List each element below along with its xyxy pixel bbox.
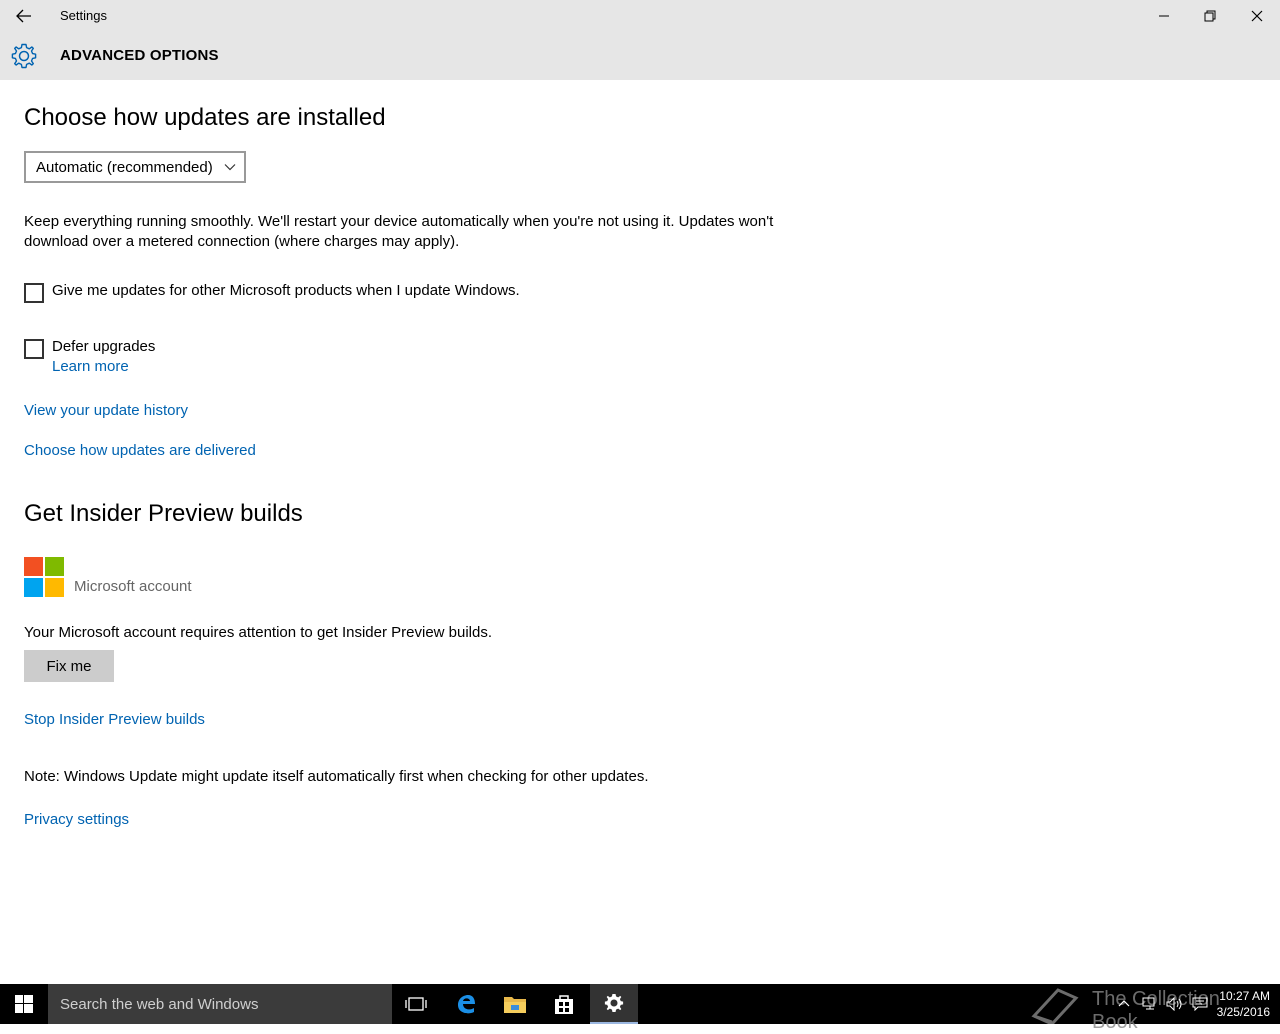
- other-products-label: Give me updates for other Microsoft prod…: [52, 282, 520, 299]
- restore-button[interactable]: [1187, 0, 1233, 32]
- back-arrow-icon: [16, 9, 31, 23]
- edge-icon: [458, 995, 475, 1014]
- other-products-checkbox[interactable]: [24, 283, 44, 303]
- file-explorer-button[interactable]: [491, 984, 539, 1024]
- fix-me-button[interactable]: Fix me: [24, 650, 114, 682]
- taskbar-clock[interactable]: 10:27 AM 3/25/2016: [1217, 988, 1270, 1020]
- store-button[interactable]: [540, 984, 588, 1024]
- insider-heading: Get Insider Preview builds: [24, 500, 303, 527]
- account-label: Microsoft account: [74, 578, 192, 595]
- title-bar: Settings ADVANCED OPTIONS: [0, 0, 1280, 80]
- edge-button[interactable]: [442, 984, 490, 1024]
- network-icon[interactable]: [1142, 997, 1158, 1011]
- taskbar: Search the web and Windows The Collectio…: [0, 984, 1280, 1033]
- defer-upgrades-label: Defer upgrades: [52, 338, 156, 355]
- windows-logo-icon: [15, 995, 33, 1013]
- taskbar-search-input[interactable]: Search the web and Windows: [48, 984, 392, 1024]
- clock-time: 10:27 AM: [1219, 989, 1270, 1003]
- update-history-link[interactable]: View your update history: [24, 402, 188, 419]
- close-icon: [1251, 10, 1263, 22]
- restore-icon: [1204, 10, 1216, 22]
- install-mode-dropdown[interactable]: Automatic (recommended): [24, 151, 246, 183]
- dropdown-value: Automatic (recommended): [36, 158, 213, 176]
- defer-upgrades-checkbox[interactable]: [24, 339, 44, 359]
- volume-icon[interactable]: [1166, 997, 1184, 1011]
- delivery-link[interactable]: Choose how updates are delivered: [24, 442, 256, 459]
- search-placeholder: Search the web and Windows: [60, 995, 259, 1013]
- clock-date: 3/25/2016: [1216, 1005, 1270, 1019]
- action-center-icon[interactable]: [1192, 997, 1208, 1011]
- store-icon: [555, 995, 573, 1014]
- privacy-settings-link[interactable]: Privacy settings: [24, 811, 129, 828]
- page-title: ADVANCED OPTIONS: [60, 47, 219, 64]
- attention-text: Your Microsoft account requires attentio…: [24, 624, 493, 641]
- stop-insider-link[interactable]: Stop Insider Preview builds: [24, 711, 205, 728]
- settings-icon: [604, 993, 624, 1013]
- book-icon: [1031, 988, 1079, 1024]
- microsoft-logo-icon: [24, 557, 64, 597]
- back-button[interactable]: [8, 2, 40, 30]
- task-view-icon: [405, 997, 427, 1011]
- learn-more-link[interactable]: Learn more: [52, 358, 129, 375]
- file-explorer-icon: [504, 997, 526, 1013]
- close-button[interactable]: [1234, 0, 1280, 32]
- window-title: Settings: [60, 8, 107, 23]
- gear-icon: [11, 43, 37, 69]
- chevron-up-icon[interactable]: [1118, 998, 1130, 1010]
- chevron-down-icon: [224, 164, 236, 171]
- updates-description: Keep everything running smoothly. We'll …: [24, 213, 774, 250]
- updates-heading: Choose how updates are installed: [24, 104, 386, 131]
- minimize-button[interactable]: [1141, 0, 1187, 32]
- start-button[interactable]: [0, 984, 48, 1024]
- task-view-button[interactable]: [392, 984, 440, 1024]
- note-text: Note: Windows Update might update itself…: [24, 768, 649, 785]
- settings-taskbar-button[interactable]: [590, 984, 638, 1024]
- system-tray: [1118, 984, 1208, 1024]
- minimize-icon: [1159, 15, 1169, 17]
